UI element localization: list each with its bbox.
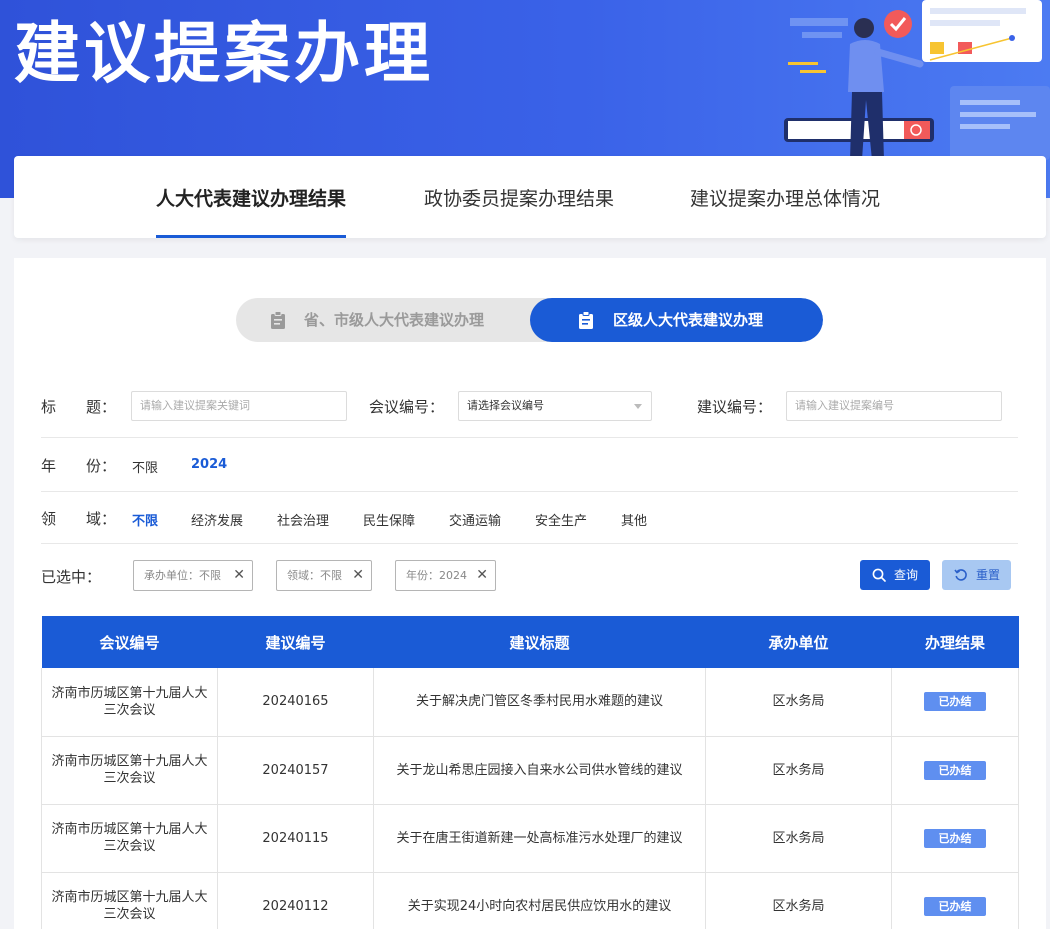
year-option-any[interactable]: 不限 xyxy=(132,457,158,476)
switch-district-level[interactable]: 区级人大代表建议办理 xyxy=(530,298,823,342)
field-option-any[interactable]: 不限 xyxy=(132,510,158,529)
meeting-select-value: 请选择会议编号 xyxy=(467,399,544,412)
year-label: 年 份： xyxy=(41,457,117,475)
col-number-header: 建议编号 xyxy=(217,616,374,668)
cell-unit: 区水务局 xyxy=(705,736,892,805)
reset-button-label: 重置 xyxy=(976,568,1001,582)
field-option-livelihood[interactable]: 民生保障 xyxy=(363,510,415,529)
field-option-economy[interactable]: 经济发展 xyxy=(191,510,243,529)
selected-filters-row: 已选中： 承办单位：不限 ✕ 领域：不限 ✕ 年份：2024 ✕ 查询 重置 xyxy=(41,560,1018,594)
close-icon[interactable]: ✕ xyxy=(352,561,364,590)
close-icon[interactable]: ✕ xyxy=(233,561,245,590)
tab-overall-status[interactable]: 建议提案办理总体情况 xyxy=(690,156,880,238)
col-result-header: 办理结果 xyxy=(891,616,1019,668)
chip-unit-text: 承办单位：不限 xyxy=(144,569,221,582)
results-table: 会议编号 建议编号 建议标题 承办单位 办理结果 济南市历城区第十九届人大三次会… xyxy=(41,616,1019,929)
clipboard-icon xyxy=(579,311,593,329)
cell-result: 已办结 xyxy=(891,872,1019,929)
tab-npc-suggestions[interactable]: 人大代表建议办理结果 xyxy=(156,156,347,238)
person-illustration-icon xyxy=(784,0,1050,160)
cell-result: 已办结 xyxy=(891,668,1019,737)
search-icon xyxy=(872,568,886,582)
field-label: 领 域： xyxy=(41,510,117,528)
field-option-other[interactable]: 其他 xyxy=(621,510,647,529)
cell-meeting: 济南市历城区第十九届人大三次会议 xyxy=(41,804,218,873)
status-badge: 已办结 xyxy=(924,692,986,712)
filter-row-year: 年 份： 不限 2024 xyxy=(41,438,1018,492)
caret-down-icon xyxy=(634,404,642,409)
year-option-2024[interactable]: 2024 xyxy=(191,457,227,472)
field-option-governance[interactable]: 社会治理 xyxy=(277,510,329,529)
cell-number: 20240157 xyxy=(217,736,374,805)
main-tab-bar: 人大代表建议办理结果 政协委员提案办理结果 建议提案办理总体情况 xyxy=(14,156,1046,238)
number-search-input[interactable]: 请输入建议提案编号 xyxy=(786,391,1002,421)
table-row[interactable]: 济南市历城区第十九届人大三次会议 20240115 关于在唐王街道新建一处高标准… xyxy=(41,804,1019,873)
chip-field-text: 领域：不限 xyxy=(287,569,342,582)
title-search-input[interactable]: 请输入建议提案关键词 xyxy=(131,391,347,421)
cell-result: 已办结 xyxy=(891,804,1019,873)
field-option-safety[interactable]: 安全生产 xyxy=(535,510,587,529)
number-label: 建议编号： xyxy=(697,398,773,416)
switch-right-label: 区级人大代表建议办理 xyxy=(613,311,764,329)
chip-year-text: 年份：2024 xyxy=(406,569,467,582)
table-row[interactable]: 济南市历城区第十九届人大三次会议 20240112 关于实现24小时向农村居民供… xyxy=(41,872,1019,929)
meeting-label: 会议编号： xyxy=(369,398,445,416)
cell-unit: 区水务局 xyxy=(705,804,892,873)
cell-unit: 区水务局 xyxy=(705,668,892,737)
cell-meeting: 济南市历城区第十九届人大三次会议 xyxy=(41,668,218,737)
cell-meeting: 济南市历城区第十九届人大三次会议 xyxy=(41,872,218,929)
col-unit-header: 承办单位 xyxy=(705,616,892,668)
cell-number: 20240115 xyxy=(217,804,374,873)
table-row[interactable]: 济南市历城区第十九届人大三次会议 20240157 关于龙山希思庄园接入自来水公… xyxy=(41,736,1019,805)
table-header-row: 会议编号 建议编号 建议标题 承办单位 办理结果 xyxy=(41,616,1019,668)
banner-title: 建议提案办理 xyxy=(14,14,434,92)
filter-row-search: 标 题： 请输入建议提案关键词 会议编号： 请选择会议编号 建议编号： 请输入建… xyxy=(41,382,1018,438)
query-button-label: 查询 xyxy=(894,568,919,582)
cell-title[interactable]: 关于在唐王街道新建一处高标准污水处理厂的建议 xyxy=(373,804,706,873)
status-badge: 已办结 xyxy=(924,828,986,848)
close-icon[interactable]: ✕ xyxy=(476,561,488,590)
status-badge: 已办结 xyxy=(924,760,986,780)
cell-number: 20240165 xyxy=(217,668,374,737)
col-meeting-header: 会议编号 xyxy=(41,616,218,668)
cell-title[interactable]: 关于龙山希思庄园接入自来水公司供水管线的建议 xyxy=(373,736,706,805)
chip-field[interactable]: 领域：不限 ✕ xyxy=(276,560,372,591)
switch-provincial-city-level[interactable]: 省、市级人大代表建议办理 xyxy=(236,298,530,342)
filter-row-field: 领 域： 不限 经济发展 社会治理 民生保障 交通运输 安全生产 其他 xyxy=(41,492,1018,544)
cell-number: 20240112 xyxy=(217,872,374,929)
chip-unit[interactable]: 承办单位：不限 ✕ xyxy=(133,560,253,591)
col-title-header: 建议标题 xyxy=(373,616,706,668)
switch-left-label: 省、市级人大代表建议办理 xyxy=(304,311,485,329)
cell-title[interactable]: 关于解决虎门管区冬季村民用水难题的建议 xyxy=(373,668,706,737)
refresh-icon xyxy=(954,569,967,581)
reset-button[interactable]: 重置 xyxy=(942,560,1011,590)
cell-title[interactable]: 关于实现24小时向农村居民供应饮用水的建议 xyxy=(373,872,706,929)
query-button[interactable]: 查询 xyxy=(860,560,930,590)
title-label: 标 题： xyxy=(41,398,117,416)
clipboard-icon xyxy=(271,311,285,329)
cell-meeting: 济南市历城区第十九届人大三次会议 xyxy=(41,736,218,805)
table-row[interactable]: 济南市历城区第十九届人大三次会议 20240165 关于解决虎门管区冬季村民用水… xyxy=(41,668,1019,737)
cell-unit: 区水务局 xyxy=(705,872,892,929)
chip-year[interactable]: 年份：2024 ✕ xyxy=(395,560,496,591)
cell-result: 已办结 xyxy=(891,736,1019,805)
selected-label: 已选中： xyxy=(41,568,102,586)
field-option-transport[interactable]: 交通运输 xyxy=(449,510,501,529)
tab-cppcc-proposals[interactable]: 政协委员提案办理结果 xyxy=(424,156,614,238)
status-badge: 已办结 xyxy=(924,896,986,916)
content-panel: 省、市级人大代表建议办理 区级人大代表建议办理 标 题： 请输入建议提案关键词 … xyxy=(14,258,1046,929)
meeting-select[interactable]: 请选择会议编号 xyxy=(458,391,652,421)
level-switch: 省、市级人大代表建议办理 区级人大代表建议办理 xyxy=(236,298,823,342)
